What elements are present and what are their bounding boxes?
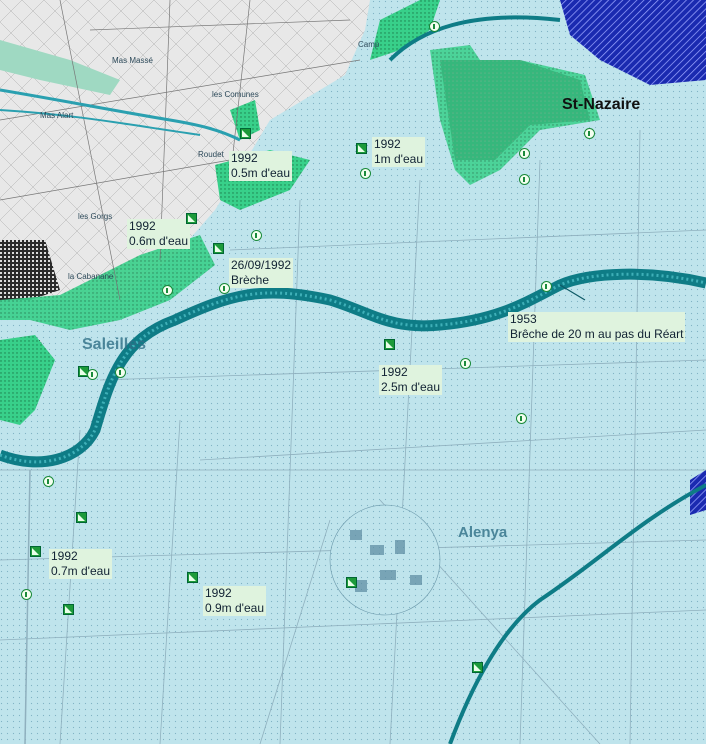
flood-marker-icon[interactable] <box>186 213 197 224</box>
info-point-icon[interactable] <box>541 281 552 292</box>
place-label: Camp <box>358 40 380 49</box>
info-point-icon[interactable] <box>87 369 98 380</box>
annotation-label: 1992 0.6m d'eau <box>127 219 190 249</box>
town-st-nazaire: St-Nazaire <box>562 96 641 113</box>
annotation-label: 1992 0.5m d'eau <box>229 151 292 181</box>
place-label: Mas Alart <box>40 111 74 120</box>
info-point-icon[interactable] <box>115 367 126 378</box>
annotation-label: 1992 0.7m d'eau <box>49 549 112 579</box>
info-point-icon[interactable] <box>43 476 54 487</box>
annotation-label: 1992 1m d'eau <box>372 137 425 167</box>
info-point-icon[interactable] <box>251 230 262 241</box>
flood-marker-icon[interactable] <box>187 572 198 583</box>
info-point-icon[interactable] <box>21 589 32 600</box>
flood-marker-icon[interactable] <box>384 339 395 350</box>
place-label: Roudet <box>198 150 224 159</box>
flood-marker-icon[interactable] <box>356 143 367 154</box>
info-point-icon[interactable] <box>162 285 173 296</box>
annotation-label: 1992 2.5m d'eau <box>379 365 442 395</box>
annotation-label: 1953 Brêche de 20 m au pas du Réart <box>508 312 686 342</box>
flood-marker-icon[interactable] <box>213 243 224 254</box>
flood-marker-icon[interactable] <box>30 546 41 557</box>
place-label: la Cabanane <box>68 272 114 281</box>
info-point-icon[interactable] <box>429 21 440 32</box>
info-point-icon[interactable] <box>516 413 527 424</box>
place-label: Mas Massé <box>112 56 153 65</box>
flood-marker-icon[interactable] <box>240 128 251 139</box>
info-point-icon[interactable] <box>360 168 371 179</box>
info-point-icon[interactable] <box>519 174 530 185</box>
annotation-label: 1992 0.9m d'eau <box>203 586 266 616</box>
info-point-icon[interactable] <box>460 358 471 369</box>
info-point-icon[interactable] <box>584 128 595 139</box>
info-point-icon[interactable] <box>219 283 230 294</box>
flood-map: St-Nazaire Saleilles Alenya Mas Massé Ma… <box>0 0 706 744</box>
flood-marker-icon[interactable] <box>472 662 483 673</box>
flood-marker-icon[interactable] <box>63 604 74 615</box>
place-label: les Gorgs <box>78 212 113 221</box>
place-label: les Comunes <box>212 90 259 99</box>
info-point-icon[interactable] <box>519 148 530 159</box>
flood-marker-icon[interactable] <box>346 577 357 588</box>
flood-marker-icon[interactable] <box>76 512 87 523</box>
annotation-label: 26/09/1992 Brèche <box>229 258 294 288</box>
town-alenya: Alenya <box>458 524 508 541</box>
town-saleilles: Saleilles <box>82 336 147 353</box>
